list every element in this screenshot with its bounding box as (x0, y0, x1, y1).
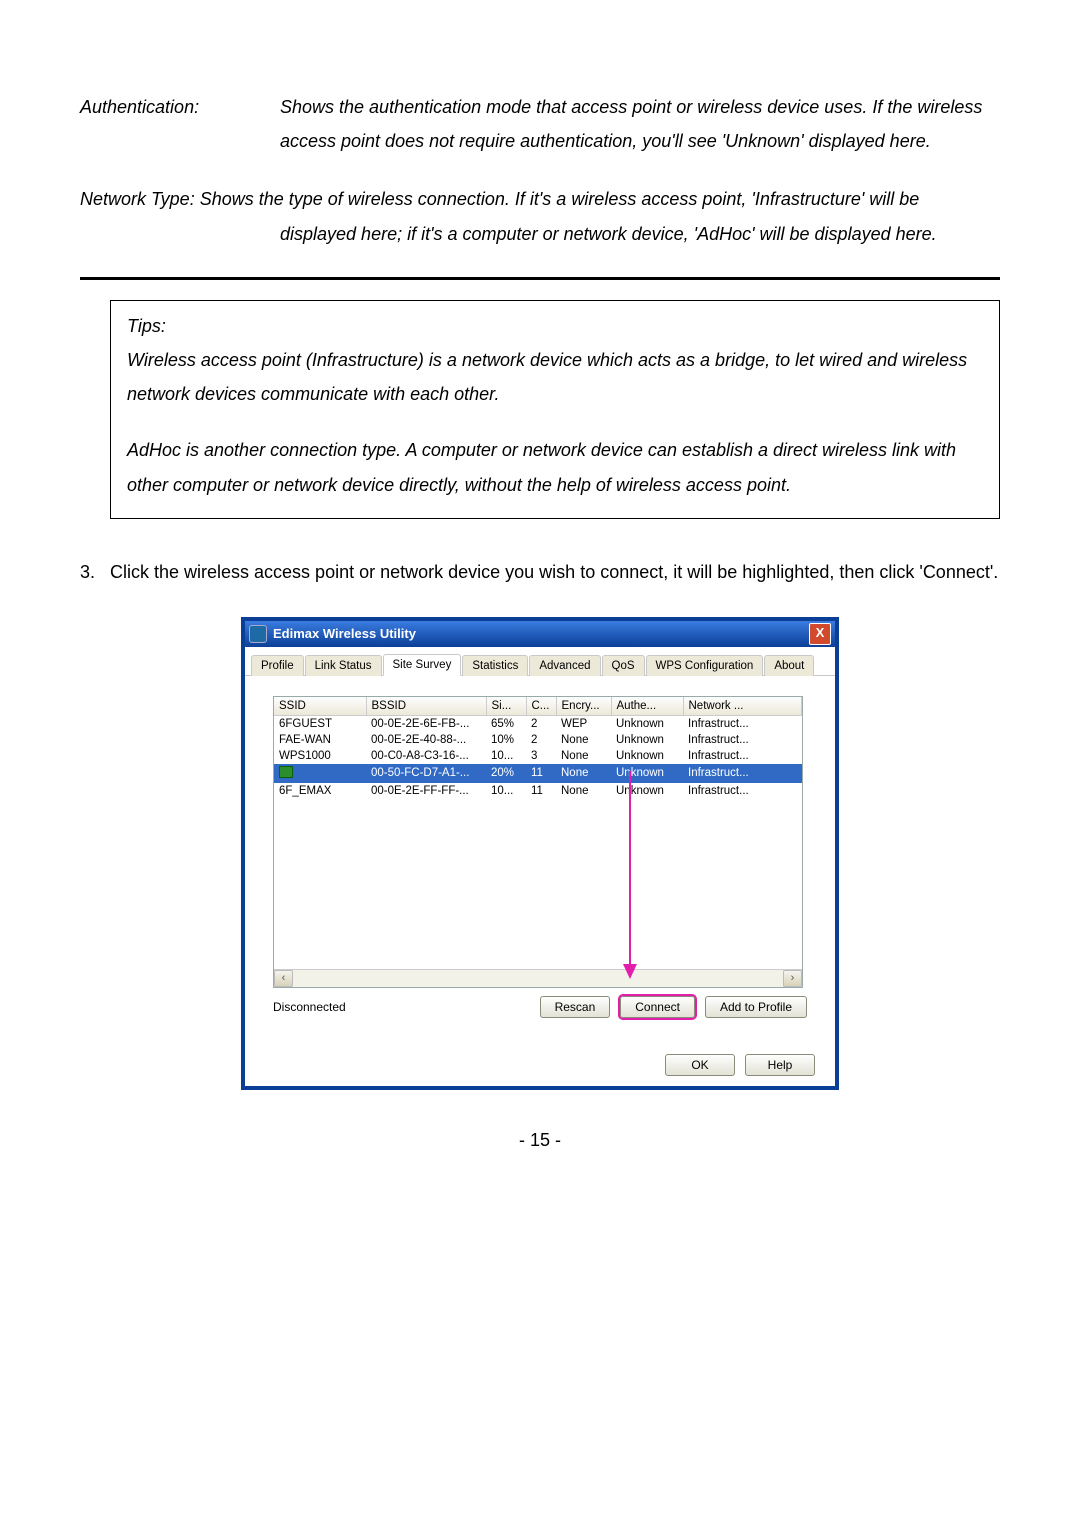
col-bssid[interactable]: BSSID (366, 697, 486, 716)
connection-status: Disconnected (273, 1000, 346, 1014)
tab-statistics[interactable]: Statistics (462, 655, 528, 676)
scroll-left-icon[interactable]: ‹ (274, 970, 293, 987)
table-row[interactable]: 00-50-FC-D7-A1-...20%11NoneUnknownInfras… (274, 764, 802, 783)
network-type-line2: displayed here; if it's a computer or ne… (80, 217, 1000, 251)
app-icon (249, 625, 267, 643)
table-row[interactable]: 6FGUEST00-0E-2E-6E-FB-...65%2WEPUnknownI… (274, 715, 802, 732)
ok-button[interactable]: OK (665, 1054, 735, 1076)
tips-title: Tips: (127, 309, 983, 343)
help-button[interactable]: Help (745, 1054, 815, 1076)
tabstrip: Profile Link Status Site Survey Statisti… (245, 647, 835, 676)
tips-paragraph-1: Wireless access point (Infrastructure) i… (127, 343, 983, 411)
step-text: Click the wireless access point or netwo… (110, 555, 1000, 589)
window-title: Edimax Wireless Utility (273, 626, 416, 641)
step-3: 3. Click the wireless access point or ne… (80, 555, 1000, 589)
connect-button[interactable]: Connect (620, 996, 695, 1018)
selection-marker-icon (279, 766, 293, 778)
tab-about[interactable]: About (764, 655, 814, 676)
table-row[interactable]: FAE-WAN00-0E-2E-40-88-...10%2NoneUnknown… (274, 732, 802, 748)
table-row[interactable]: 6F_EMAX00-0E-2E-FF-FF-...10...11NoneUnkn… (274, 783, 802, 799)
horizontal-scrollbar[interactable]: ‹ › (274, 969, 802, 987)
step-number: 3. (80, 555, 110, 589)
page-number: - 15 - (80, 1130, 1000, 1151)
network-list[interactable]: SSID BSSID Si... C... Encry... Authe... … (273, 696, 803, 988)
tab-wps-configuration[interactable]: WPS Configuration (646, 655, 764, 676)
tab-site-survey[interactable]: Site Survey (383, 654, 462, 676)
col-authentication[interactable]: Authe... (611, 697, 683, 716)
auth-description: Shows the authentication mode that acces… (280, 90, 1000, 158)
close-button[interactable]: X (809, 623, 831, 645)
titlebar: Edimax Wireless Utility X (245, 621, 835, 647)
tab-advanced[interactable]: Advanced (529, 655, 600, 676)
tab-profile[interactable]: Profile (251, 655, 304, 676)
col-ssid[interactable]: SSID (274, 697, 366, 716)
network-type-line1: Network Type: Shows the type of wireless… (80, 182, 1000, 216)
divider (80, 277, 1000, 280)
tab-qos[interactable]: QoS (602, 655, 645, 676)
add-to-profile-button[interactable]: Add to Profile (705, 996, 807, 1018)
auth-label: Authentication: (80, 90, 280, 158)
col-encryption[interactable]: Encry... (556, 697, 611, 716)
tips-box: Tips: Wireless access point (Infrastruct… (110, 300, 1000, 519)
col-signal[interactable]: Si... (486, 697, 526, 716)
tips-paragraph-2: AdHoc is another connection type. A comp… (127, 433, 983, 501)
utility-window: Edimax Wireless Utility X Profile Link S… (241, 617, 839, 1090)
col-network[interactable]: Network ... (683, 697, 802, 716)
col-channel[interactable]: C... (526, 697, 556, 716)
scroll-right-icon[interactable]: › (783, 970, 802, 987)
table-row[interactable]: WPS100000-C0-A8-C3-16-...10...3NoneUnkno… (274, 748, 802, 764)
rescan-button[interactable]: Rescan (540, 996, 611, 1018)
tab-link-status[interactable]: Link Status (305, 655, 382, 676)
